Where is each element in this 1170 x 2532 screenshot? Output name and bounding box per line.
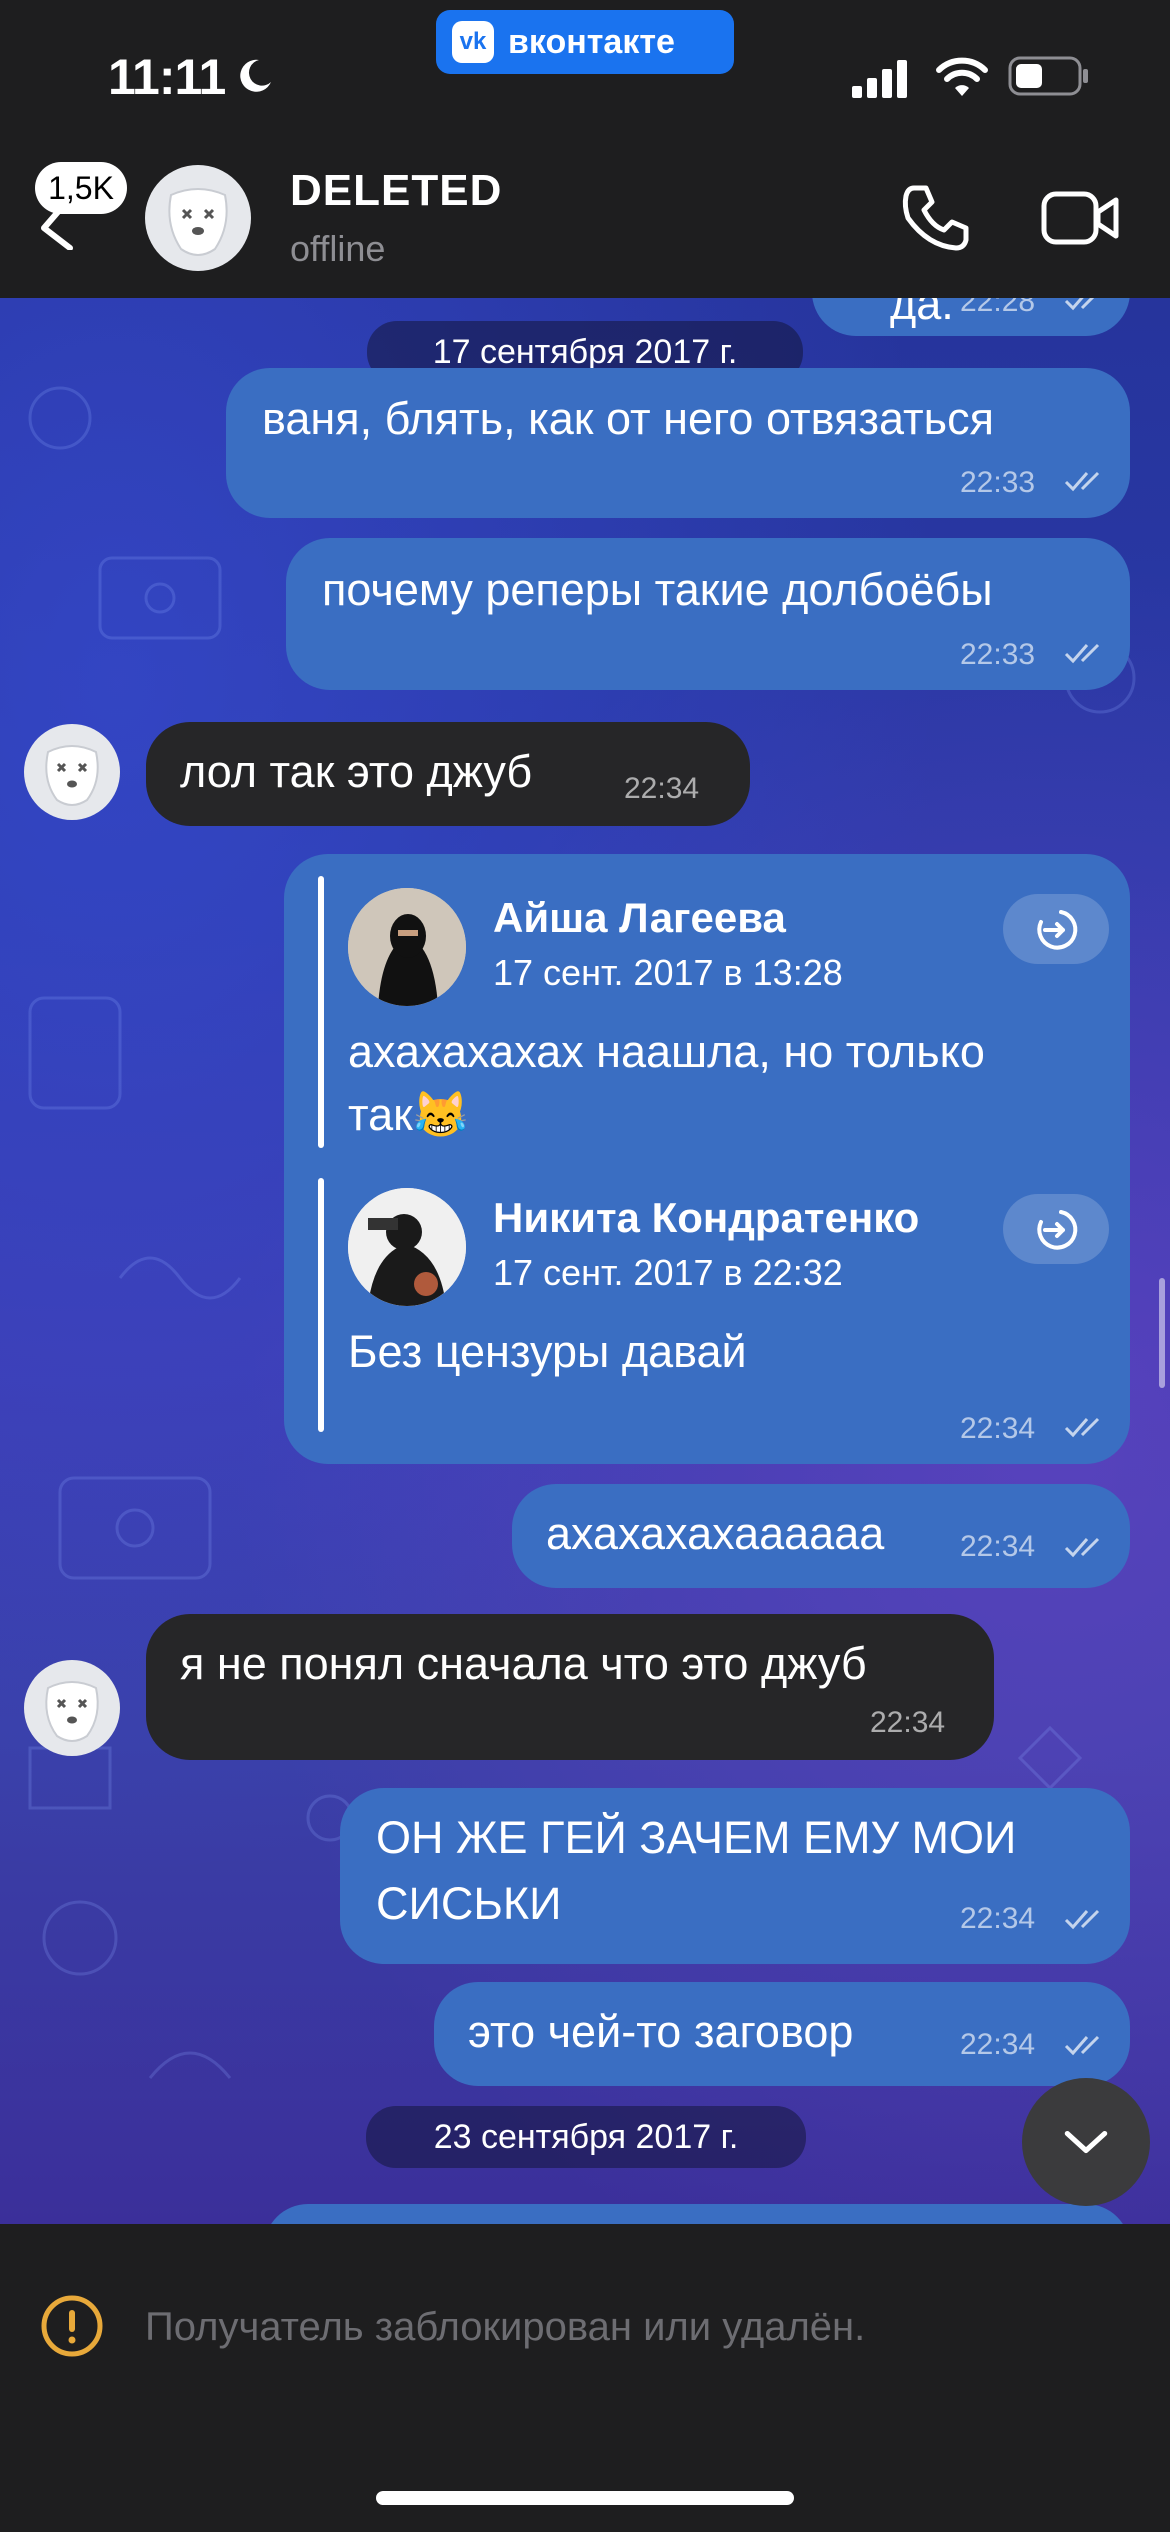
message-text: почему реперы такие долбоёбы bbox=[322, 564, 993, 615]
forward-message-button[interactable] bbox=[1003, 894, 1109, 964]
message-time: 22:33 bbox=[960, 638, 1036, 671]
chevron-down-icon bbox=[1064, 2130, 1108, 2154]
message-text: да. bbox=[890, 298, 954, 329]
message-time: 22:33 bbox=[960, 466, 1036, 499]
battery-icon bbox=[1008, 56, 1088, 96]
forwarded-date: 17 сент. 2017 в 22:32 bbox=[493, 1252, 843, 1293]
read-ticks-icon bbox=[1064, 1417, 1100, 1438]
forwarded-author-name[interactable]: Айша Лагеева bbox=[493, 894, 786, 942]
moon-icon bbox=[240, 59, 271, 92]
read-ticks-icon bbox=[1064, 2035, 1100, 2056]
sender-avatar[interactable] bbox=[24, 724, 120, 820]
forwarded-text: ахахахахах наашла, но только bbox=[348, 1026, 985, 1077]
forward-quote-line bbox=[318, 876, 324, 1148]
forwarded-author-avatar[interactable] bbox=[348, 1188, 466, 1306]
chat-status: offline bbox=[290, 228, 386, 269]
message-list[interactable]: да. 22:28 17 сентября 2017 г. ваня, блят… bbox=[0, 298, 1170, 2224]
message-text: я не понял сначала что это джуб bbox=[180, 1638, 867, 1689]
home-indicator[interactable] bbox=[376, 2491, 794, 2505]
message-text: СИСЬКИ bbox=[376, 1878, 562, 1929]
message-text: лол так это джуб bbox=[180, 746, 533, 797]
date-separator: 23 сентября 2017 г. bbox=[366, 2106, 806, 2168]
forwarded-author-name[interactable]: Никита Кондратенко bbox=[493, 1194, 919, 1242]
status-time: 11:11 bbox=[108, 49, 226, 105]
sender-avatar[interactable] bbox=[24, 1660, 120, 1756]
message-time: 22:28 bbox=[960, 298, 1036, 318]
read-ticks-icon bbox=[1064, 643, 1100, 664]
deleted-user-avatar[interactable] bbox=[145, 165, 251, 271]
forward-quote-line bbox=[318, 1178, 324, 1432]
unread-count-badge[interactable]: 1,5K bbox=[35, 162, 127, 214]
warning-icon bbox=[41, 2295, 103, 2357]
forwarded-text: Без цензуры давай bbox=[348, 1326, 747, 1377]
scrollbar[interactable] bbox=[1159, 1278, 1165, 1388]
message-text: ОН ЖЕ ГЕЙ ЗАЧЕМ ЕМУ МОИ bbox=[376, 1812, 1017, 1863]
read-ticks-icon bbox=[1064, 298, 1095, 311]
message-text: ваня, блять, как от него отвязаться bbox=[262, 393, 994, 444]
message-time: 22:34 bbox=[960, 1530, 1036, 1563]
message-time: 22:34 bbox=[960, 1902, 1036, 1935]
message-time: 22:34 bbox=[624, 772, 700, 805]
forwarded-author-avatar[interactable] bbox=[348, 888, 466, 1006]
forward-icon bbox=[1037, 910, 1078, 950]
scroll-down-button[interactable] bbox=[1022, 2078, 1150, 2206]
vk-badge-label: вконтакте bbox=[508, 22, 675, 61]
blocked-notice: Получатель заблокирован или удалён. bbox=[145, 2305, 866, 2349]
vk-logo-icon: vk bbox=[452, 21, 494, 63]
forwarded-date: 17 сент. 2017 в 13:28 bbox=[493, 952, 843, 993]
message-bubble-outgoing[interactable] bbox=[264, 2204, 1130, 2224]
read-ticks-icon bbox=[1064, 1909, 1100, 1930]
read-ticks-icon bbox=[1064, 1537, 1100, 1558]
message-text: это чей-то заговор bbox=[468, 2006, 854, 2057]
forward-message-button[interactable] bbox=[1003, 1194, 1109, 1264]
phone-call-icon[interactable] bbox=[900, 182, 970, 252]
forwarded-text: так😹 bbox=[348, 1089, 469, 1140]
message-time: 22:34 bbox=[960, 1412, 1036, 1445]
message-time: 22:34 bbox=[960, 2028, 1036, 2061]
vk-app-badge[interactable]: vk вконтакте bbox=[436, 10, 734, 74]
forward-icon bbox=[1037, 1210, 1078, 1250]
composer-area bbox=[0, 2224, 1170, 2532]
signal-icon bbox=[852, 60, 907, 98]
message-time: 22:34 bbox=[870, 1706, 946, 1739]
chat-title[interactable]: DELETED bbox=[290, 166, 502, 216]
message-text: ахахахахаааааа bbox=[546, 1508, 885, 1559]
video-call-icon[interactable] bbox=[1040, 188, 1122, 248]
read-ticks-icon bbox=[1064, 471, 1100, 492]
wifi-icon bbox=[936, 57, 988, 96]
